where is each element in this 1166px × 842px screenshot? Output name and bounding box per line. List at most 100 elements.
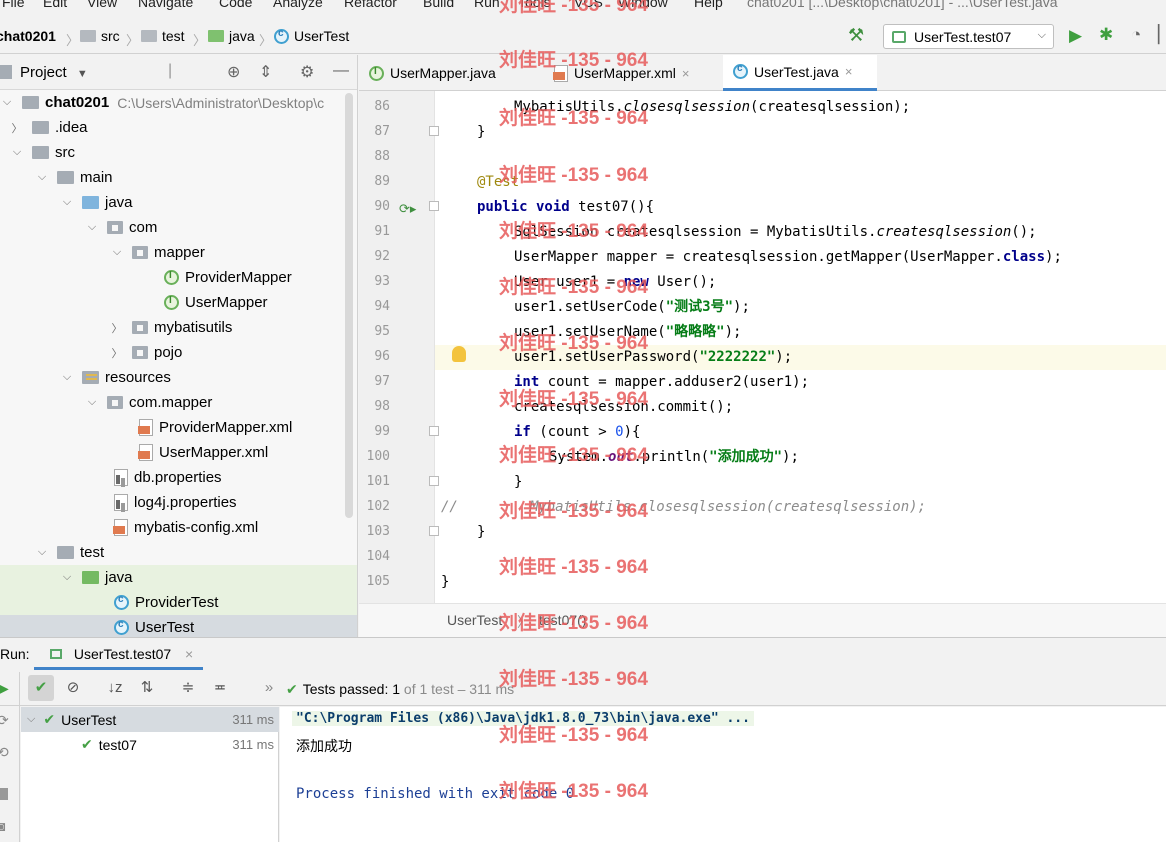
code-line-90[interactable]: public void test07(){ — [477, 195, 654, 220]
show-passed-icon[interactable]: ✔ — [28, 675, 54, 701]
tree-item-usermapper-xml[interactable]: UserMapper.xml — [138, 440, 268, 465]
tree-item-java-main[interactable]: ⌵ java — [60, 190, 133, 215]
minimize-icon[interactable]: — — [333, 62, 349, 80]
build-hammer-icon[interactable]: ⚒ — [848, 25, 864, 46]
close-tab-icon[interactable]: × — [185, 646, 193, 662]
code-line-102[interactable]: //MybatisUtils.closesqlsession(createsql… — [441, 495, 926, 520]
tree-item-com[interactable]: ⌵ com — [85, 215, 158, 240]
more-icon[interactable]: ▏ — [1158, 25, 1166, 45]
show-ignored-icon[interactable]: ⊘ — [60, 675, 86, 701]
stop-icon[interactable] — [0, 788, 8, 800]
code-line-98[interactable]: createsqlsession.commit(); — [514, 395, 733, 420]
code-line-100[interactable]: System.out.println("添加成功"); — [549, 445, 799, 470]
close-tab-icon[interactable]: × — [682, 66, 690, 81]
menu-file[interactable]: File — [2, 0, 25, 10]
breadcrumb-test[interactable]: test — [141, 28, 185, 44]
fold-marker[interactable] — [429, 426, 439, 436]
tree-item-usertest[interactable]: UserTest — [0, 615, 357, 637]
tree-item-usermapper[interactable]: UserMapper — [164, 290, 268, 315]
coverage-icon[interactable]: ◔ — [1131, 25, 1141, 45]
sort-by-duration-icon[interactable]: ⇅ — [134, 675, 160, 701]
code-line-95[interactable]: user1.setUserName("略略略"); — [514, 320, 741, 345]
tree-item-src[interactable]: ⌵ src — [10, 140, 75, 165]
tree-item-mapper[interactable]: ⌵ mapper — [110, 240, 205, 265]
project-view-selector[interactable]: Project ▼ — [20, 64, 88, 81]
fold-marker[interactable] — [429, 526, 439, 536]
code-line-87[interactable]: } — [477, 120, 485, 145]
console-output[interactable]: "C:\Program Files (x86)\Java\jdk1.8.0_73… — [280, 707, 1166, 842]
tree-item-mybatis-config-xml[interactable]: mybatis-config.xml — [113, 515, 258, 540]
code-line-89[interactable]: @Test — [477, 170, 519, 195]
tree-item-test[interactable]: ⌵ test — [35, 540, 104, 565]
code-line-105[interactable]: } — [441, 570, 449, 595]
run-test-gutter-icon[interactable]: ⟳▸ — [399, 201, 416, 217]
gear-icon[interactable]: ⚙ — [300, 62, 314, 82]
editor-breadcrumb-class[interactable]: UserTest — [447, 612, 502, 628]
code-line-96[interactable]: user1.setUserPassword("2222222"); — [514, 345, 792, 370]
code-line-101[interactable]: } — [514, 470, 522, 495]
breadcrumb-java[interactable]: java — [208, 28, 255, 44]
menu-edit[interactable]: Edit — [43, 0, 67, 10]
code-line-92[interactable]: UserMapper mapper = createsqlsession.get… — [514, 245, 1062, 270]
breadcrumb-usertest[interactable]: UserTest — [274, 28, 349, 44]
editor-breadcrumb-method[interactable]: test07() — [539, 612, 586, 628]
tree-item-idea[interactable]: 〉 .idea — [10, 115, 88, 140]
tree-item-main[interactable]: ⌵ main — [35, 165, 113, 190]
code-line-94[interactable]: user1.setUserCode("测试3号"); — [514, 295, 750, 320]
code-line-86[interactable]: MybatisUtils.closesqlsession(createsqlse… — [514, 95, 910, 120]
project-scrollbar[interactable] — [345, 93, 353, 518]
tab-usertest-java[interactable]: UserTest.java × — [723, 55, 877, 91]
tree-item-com-mapper[interactable]: ⌵ com.mapper — [85, 390, 213, 415]
tree-item-db-properties[interactable]: db.properties — [114, 465, 222, 490]
code-line-99[interactable]: if (count > 0){ — [514, 420, 640, 445]
fold-marker[interactable] — [429, 476, 439, 486]
lightbulb-icon[interactable] — [452, 346, 466, 362]
collapse-all-icon[interactable]: ≖ — [207, 675, 233, 701]
tree-item-resources[interactable]: ⌵ resources — [60, 365, 171, 390]
tree-item-pojo[interactable]: 〉 pojo — [110, 340, 183, 365]
code-line-97[interactable]: int count = mapper.adduser2(user1); — [514, 370, 809, 395]
menu-help[interactable]: Help — [694, 0, 723, 10]
tab-usermapper-java[interactable]: UserMapper.java — [359, 55, 539, 91]
menu-refactor[interactable]: Refactor — [344, 0, 397, 10]
menu-view[interactable]: View — [87, 0, 117, 10]
menu-tools[interactable]: Tools — [518, 0, 551, 10]
menu-window[interactable]: Window — [618, 0, 668, 10]
code-line-103[interactable]: } — [477, 520, 485, 545]
tree-item-chat0201[interactable]: ⌵ chat0201 C:\Users\Administrator\Deskto… — [0, 90, 357, 115]
locate-crosshair-icon[interactable]: ⊕ — [227, 62, 240, 82]
collapse-all-icon[interactable]: ⇕ — [259, 62, 272, 82]
tree-item-providertest[interactable]: ProviderTest — [0, 590, 357, 615]
run-tab-usertest-test07[interactable]: UserTest.test07 × — [34, 638, 204, 670]
more-chevron-icon[interactable]: » — [256, 675, 282, 701]
rerun-failed-icon[interactable]: ⟳ — [0, 712, 9, 729]
tree-item-mybatisutils[interactable]: 〉 mybatisutils — [110, 315, 233, 340]
breadcrumb-src[interactable]: src — [80, 28, 120, 44]
fold-marker[interactable] — [429, 201, 439, 211]
tree-item-providermapper[interactable]: ProviderMapper — [164, 265, 292, 290]
tab-usermapper-xml[interactable]: UserMapper.xml × — [544, 55, 724, 91]
code-line-91[interactable]: SqlSession createsqlsession = MybatisUti… — [514, 220, 1037, 245]
debug-bug-icon[interactable]: ✱ — [1099, 25, 1113, 45]
sort-alphabetically-icon[interactable]: ↓z — [102, 675, 128, 701]
menu-build[interactable]: Build — [423, 0, 454, 10]
test-result-usertest[interactable]: ⌵ ✔ UserTest 311 ms — [21, 707, 279, 732]
test-result-test07[interactable]: ✔ test07 311 ms — [21, 732, 279, 757]
expand-all-icon[interactable]: ≑ — [175, 675, 201, 701]
menu-vcs[interactable]: VCS — [574, 0, 603, 10]
tree-item-providermapper-xml[interactable]: ProviderMapper.xml — [138, 415, 292, 440]
menu-code[interactable]: Code — [219, 0, 252, 10]
tree-item-java-test[interactable]: ⌵ java — [0, 565, 357, 590]
camera-icon[interactable]: ◙ — [0, 818, 5, 834]
breadcrumb-project[interactable]: chat0201 — [0, 28, 56, 44]
toggle-auto-test-icon[interactable]: ⟲ — [0, 744, 9, 761]
run-icon[interactable]: ▶ — [1069, 26, 1082, 46]
menu-analyze[interactable]: Analyze — [273, 0, 323, 10]
menu-run[interactable]: Run — [474, 0, 500, 10]
close-tab-icon[interactable]: × — [845, 64, 853, 79]
menu-navigate[interactable]: Navigate — [138, 0, 193, 10]
run-configuration-select[interactable]: UserTest.test07 ⌵ — [883, 24, 1054, 49]
fold-marker[interactable] — [429, 126, 439, 136]
code-line-93[interactable]: User user1 = new User(); — [514, 270, 716, 295]
tree-item-log4j-properties[interactable]: log4j.properties — [114, 490, 237, 515]
